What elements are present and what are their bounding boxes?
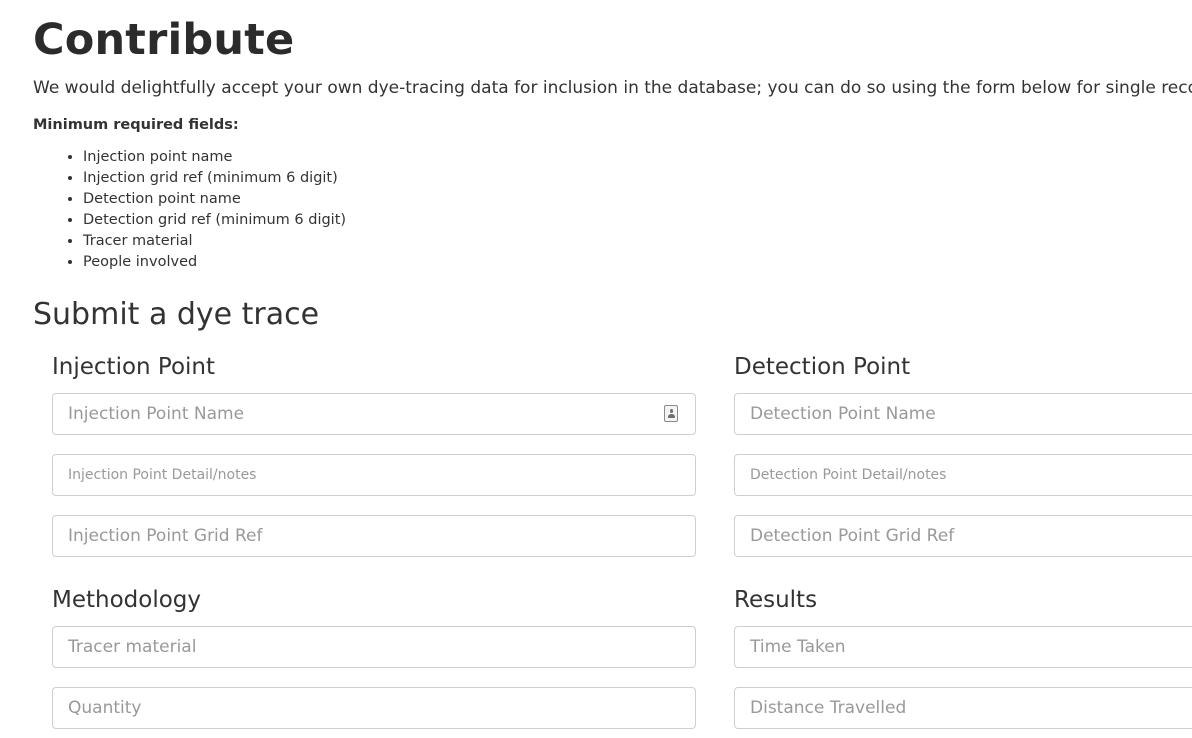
- injection-point-name-input[interactable]: [52, 393, 696, 435]
- injection-point-gridref-input[interactable]: [52, 515, 696, 557]
- list-item: Injection point name: [83, 147, 346, 168]
- quantity-input[interactable]: [52, 687, 696, 729]
- detection-point-detail-input[interactable]: [734, 454, 1192, 496]
- methodology-heading: Methodology: [52, 587, 202, 613]
- form-title: Submit a dye trace: [33, 297, 320, 332]
- list-item: People involved: [83, 252, 346, 273]
- results-heading: Results: [734, 587, 818, 613]
- injection-point-detail-input[interactable]: [52, 454, 696, 496]
- required-fields-list: Injection point name Injection grid ref …: [33, 147, 346, 273]
- tracer-material-input[interactable]: [52, 626, 696, 668]
- distance-travelled-input[interactable]: [734, 687, 1192, 729]
- list-item: Detection point name: [83, 189, 346, 210]
- contribute-page: Contribute We would delightfully accept …: [0, 0, 1192, 738]
- injection-point-heading: Injection Point: [52, 354, 216, 380]
- detection-point-name-input[interactable]: [734, 393, 1192, 435]
- list-item: Detection grid ref (minimum 6 digit): [83, 210, 346, 231]
- detection-point-heading: Detection Point: [734, 354, 911, 380]
- list-item: Injection grid ref (minimum 6 digit): [83, 168, 346, 189]
- page-title: Contribute: [33, 15, 295, 65]
- list-item: Tracer material: [83, 231, 346, 252]
- intro-text: We would delightfully accept your own dy…: [33, 78, 1192, 98]
- detection-point-gridref-input[interactable]: [734, 515, 1192, 557]
- required-fields-heading: Minimum required fields:: [33, 117, 239, 133]
- contact-card-icon[interactable]: [664, 405, 678, 422]
- time-taken-input[interactable]: [734, 626, 1192, 668]
